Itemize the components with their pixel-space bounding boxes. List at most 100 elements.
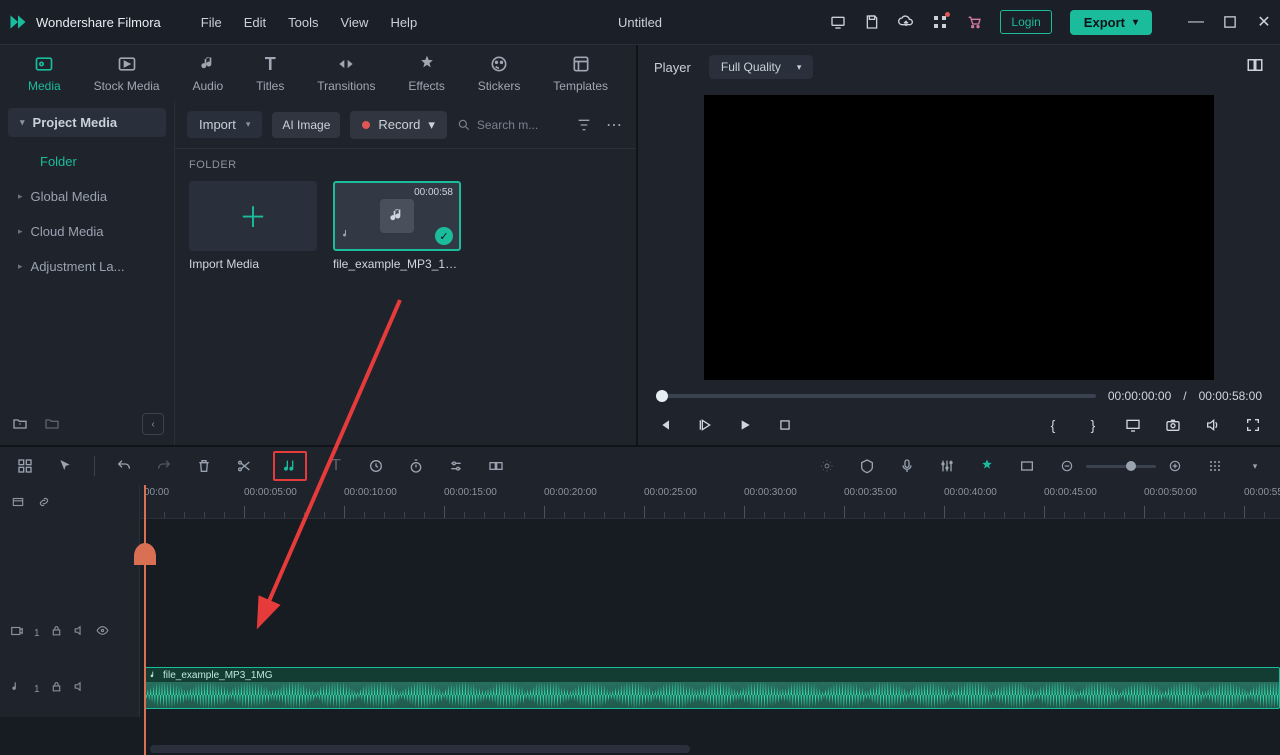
snapshot-icon[interactable]	[1164, 416, 1182, 434]
device-icon[interactable]	[830, 14, 846, 30]
track-lock-all-icon[interactable]	[10, 494, 26, 510]
tab-transitions[interactable]: Transitions	[311, 53, 381, 101]
video-track-head: 1	[0, 605, 140, 661]
filter-icon[interactable]	[574, 115, 594, 135]
mark-in-button[interactable]: {	[1044, 416, 1062, 434]
time-ruler[interactable]: 00:0000:00:05:0000:00:10:0000:00:15:0000…	[140, 485, 1280, 519]
sidebar-item-cloud-media[interactable]: ▸Cloud Media	[0, 214, 174, 249]
prev-frame-button[interactable]	[656, 416, 674, 434]
window-maximize-icon[interactable]	[1222, 14, 1238, 30]
mute-icon[interactable]	[73, 624, 86, 642]
export-button[interactable]: Export▾	[1070, 10, 1152, 35]
cloud-upload-icon[interactable]	[898, 14, 914, 30]
play-back-button[interactable]	[696, 416, 714, 434]
save-icon[interactable]	[864, 14, 880, 30]
voiceover-icon[interactable]	[896, 455, 918, 477]
more-icon[interactable]: ⋯	[604, 115, 624, 135]
stop-button[interactable]	[776, 416, 794, 434]
media-item-file[interactable]: 00:00:58 ✓ file_example_MP3_1MG	[333, 181, 461, 271]
keyframe-icon[interactable]	[485, 455, 507, 477]
ai-image-button[interactable]: AI Image	[272, 112, 340, 138]
lock-icon[interactable]	[50, 680, 63, 698]
view-options-icon[interactable]	[1204, 455, 1226, 477]
playhead[interactable]	[144, 485, 146, 755]
apps-icon[interactable]	[932, 14, 948, 30]
zoom-knob[interactable]	[1126, 461, 1136, 471]
audio-beat-icon[interactable]	[279, 455, 301, 477]
audio-icon	[197, 53, 219, 75]
volume-icon[interactable]	[1204, 416, 1222, 434]
compare-icon[interactable]	[1246, 56, 1264, 79]
marker-icon[interactable]	[856, 455, 878, 477]
import-media-tile[interactable]: ＋ Import Media	[189, 181, 317, 271]
audio-track-lane[interactable]: file_example_MP3_1MG	[140, 661, 1280, 717]
sidebar-project-media[interactable]: ▾Project Media	[8, 108, 166, 137]
link-icon[interactable]	[36, 494, 52, 510]
display-icon[interactable]	[1124, 416, 1142, 434]
menu-view[interactable]: View	[340, 15, 368, 30]
zoom-slider[interactable]	[1086, 465, 1156, 468]
audio-clip[interactable]: file_example_MP3_1MG	[144, 667, 1280, 709]
chevron-down-icon[interactable]: ▾	[1244, 455, 1266, 477]
sidebar-item-adjustment-layer[interactable]: ▸Adjustment La...	[0, 249, 174, 284]
play-button[interactable]	[736, 416, 754, 434]
tab-templates[interactable]: Templates	[547, 53, 614, 101]
render-icon[interactable]	[816, 455, 838, 477]
selection-tool-icon[interactable]	[54, 455, 76, 477]
total-time: 00:00:58:00	[1199, 389, 1262, 403]
lock-icon[interactable]	[50, 624, 63, 642]
mark-out-button[interactable]: }	[1084, 416, 1102, 434]
playhead-handle[interactable]	[134, 543, 156, 565]
tab-effects[interactable]: Effects	[402, 53, 450, 101]
folder-icon[interactable]	[42, 414, 62, 434]
speed-icon[interactable]	[365, 455, 387, 477]
menu-edit[interactable]: Edit	[244, 15, 266, 30]
menu-tools[interactable]: Tools	[288, 15, 318, 30]
window-minimize-icon[interactable]: ―	[1188, 14, 1204, 30]
mixer-icon[interactable]	[936, 455, 958, 477]
fullscreen-icon[interactable]	[1244, 416, 1262, 434]
video-track-lane[interactable]	[140, 605, 1280, 661]
collapse-sidebar-button[interactable]: ‹	[142, 413, 164, 435]
record-dropdown[interactable]: Record▾	[350, 111, 446, 139]
window-close-icon[interactable]: ✕	[1256, 14, 1272, 30]
ruler-tick: 00:00:05:00	[244, 487, 297, 498]
app-logo	[6, 10, 30, 34]
tab-titles[interactable]: TTitles	[250, 53, 290, 101]
menu-help[interactable]: Help	[390, 15, 417, 30]
zoom-in-icon[interactable]	[1164, 455, 1186, 477]
import-dropdown[interactable]: Import▾	[187, 111, 262, 138]
tab-stock-media[interactable]: Stock Media	[88, 53, 166, 101]
text-icon[interactable]: T	[325, 455, 347, 477]
login-button[interactable]: Login	[1000, 10, 1051, 34]
track-spacer-lane[interactable]	[140, 519, 1280, 605]
menu-file[interactable]: File	[201, 15, 222, 30]
delete-icon[interactable]	[193, 455, 215, 477]
menu-bar: File Edit Tools View Help	[201, 15, 417, 30]
crop-icon[interactable]	[1016, 455, 1038, 477]
tab-audio[interactable]: Audio	[187, 53, 230, 101]
sidebar-item-global-media[interactable]: ▸Global Media	[0, 179, 174, 214]
tab-media[interactable]: Media	[22, 53, 67, 101]
preview-screen[interactable]	[704, 95, 1214, 380]
sidebar-folder[interactable]: Folder	[0, 144, 174, 179]
timer-icon[interactable]	[405, 455, 427, 477]
split-icon[interactable]	[233, 455, 255, 477]
visibility-icon[interactable]	[96, 624, 109, 642]
scrub-knob[interactable]	[656, 390, 668, 402]
auto-icon[interactable]	[976, 455, 998, 477]
redo-icon[interactable]	[153, 455, 175, 477]
audio-beat-highlight	[273, 451, 307, 481]
quality-dropdown[interactable]: Full Quality▾	[709, 55, 814, 79]
cart-icon[interactable]	[966, 14, 982, 30]
horizontal-scrollbar[interactable]	[150, 745, 690, 753]
scrub-bar[interactable]	[656, 394, 1096, 398]
search-input[interactable]: Search m...	[457, 118, 564, 132]
tab-stickers[interactable]: Stickers	[472, 53, 527, 101]
layout-icon[interactable]	[14, 455, 36, 477]
undo-icon[interactable]	[113, 455, 135, 477]
new-folder-icon[interactable]	[10, 414, 30, 434]
zoom-out-icon[interactable]	[1056, 455, 1078, 477]
mute-icon[interactable]	[73, 680, 86, 698]
adjust-icon[interactable]	[445, 455, 467, 477]
